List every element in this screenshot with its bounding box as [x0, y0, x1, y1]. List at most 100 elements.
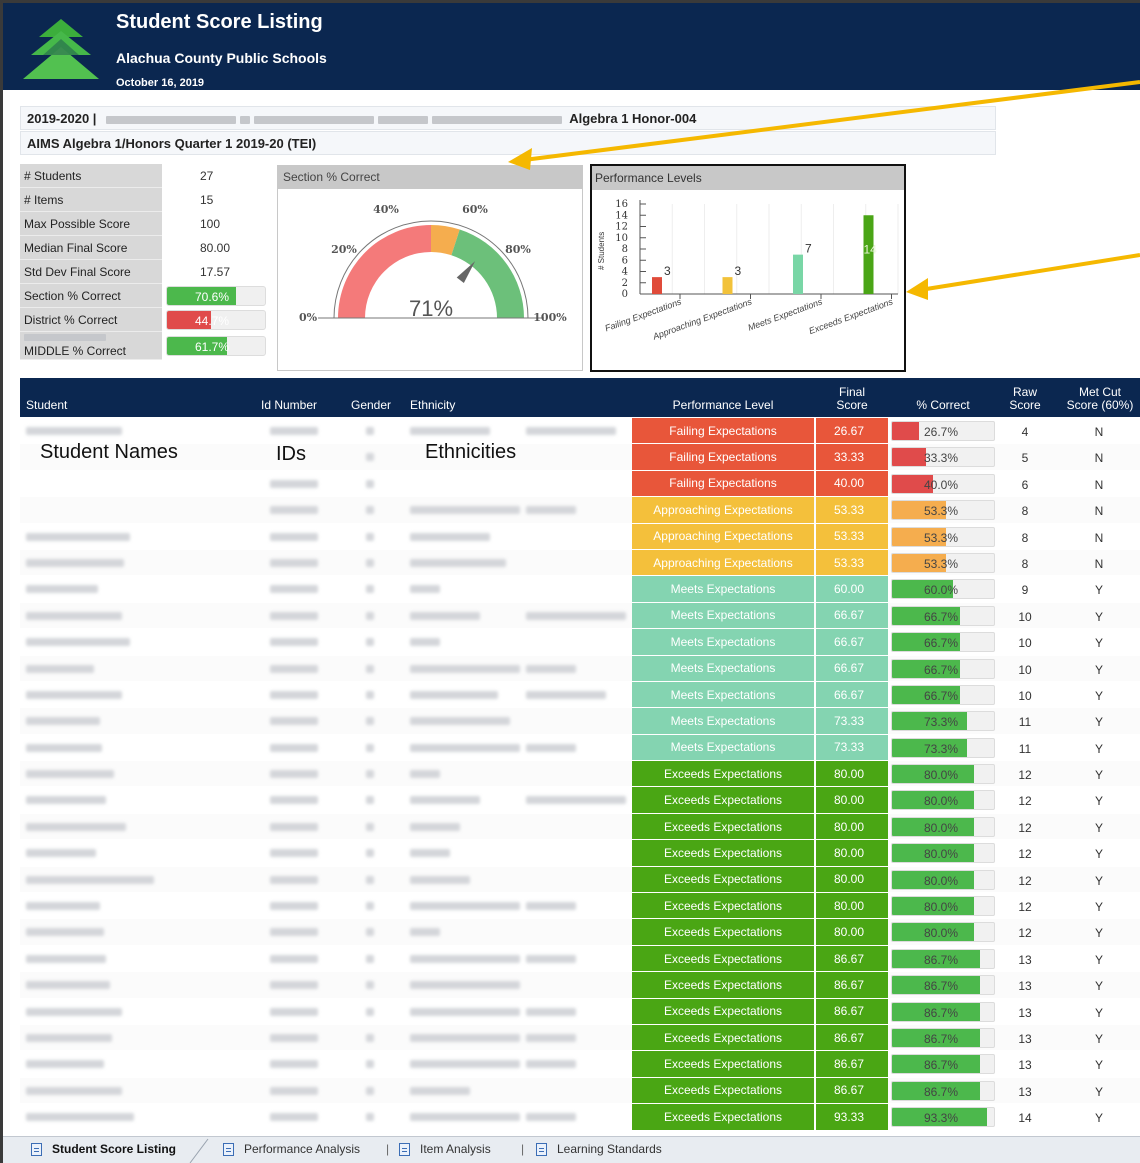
table-row[interactable]: Exceeds Expectations 86.67 86.7% 13 Y: [20, 1051, 1140, 1078]
redacted-id: [270, 717, 318, 726]
table-row[interactable]: Exceeds Expectations 86.67 86.7% 13 Y: [20, 998, 1140, 1025]
redacted-id: [270, 981, 318, 990]
redacted-ethnicity: [410, 1060, 520, 1069]
percent-correct-text: 80.0%: [924, 820, 959, 835]
table-row[interactable]: Approaching Expectations 53.33 53.3% 8 N: [20, 523, 1140, 550]
table-row[interactable]: Meets Expectations 66.67 66.7% 10 Y: [20, 629, 1140, 656]
met-cut-score-cell: Y: [1094, 926, 1103, 941]
col-id-number[interactable]: Id Number: [261, 399, 317, 412]
table-row[interactable]: Exceeds Expectations 80.00 80.0% 12 Y: [20, 813, 1140, 841]
performance-level-cell: Meets Expectations: [632, 734, 814, 761]
table-row[interactable]: Exceeds Expectations 86.67 86.7% 13 Y: [20, 972, 1140, 999]
tab-separator: |: [521, 1142, 525, 1156]
table-row[interactable]: Exceeds Expectations 86.67 86.7% 13 Y: [20, 1077, 1140, 1105]
final-score-cell: 40.00: [816, 470, 888, 497]
percent-correct-bar: 86.7%: [891, 1027, 995, 1048]
table-row[interactable]: Meets Expectations 66.67 66.7% 10 Y: [20, 681, 1140, 709]
redacted-ethnicity: [526, 1007, 576, 1016]
tab-student-score-listing[interactable]: Student Score Listing: [31, 1142, 176, 1156]
raw-score-cell: 12: [1018, 768, 1032, 783]
redacted-id: [270, 875, 318, 884]
table-row[interactable]: Failing Expectations 33.33 33.3% 5 N: [20, 444, 1140, 471]
col-student[interactable]: Student: [26, 399, 67, 412]
overlay-student-names: Student Names: [40, 441, 178, 463]
percent-correct-bar: 60.0%: [891, 579, 995, 600]
table-row[interactable]: Meets Expectations 73.33 73.3% 11 Y: [20, 734, 1140, 762]
chart-y-tick-label: 2: [622, 278, 628, 289]
percent-correct-bar: 66.7%: [891, 605, 995, 626]
final-score-cell: 86.67: [816, 998, 888, 1024]
final-score-cell: 86.67: [816, 1077, 888, 1104]
table-row[interactable]: Meets Expectations 66.67 66.7% 10 Y: [20, 655, 1140, 682]
gauge-tick-label: 0%: [299, 311, 318, 324]
percent-correct-bar: 53.3%: [891, 500, 995, 521]
table-row[interactable]: Failing Expectations 40.00 40.0% 6 N: [20, 470, 1140, 498]
col-ethnicity[interactable]: Ethnicity: [410, 399, 455, 412]
final-score-cell: 53.33: [816, 497, 888, 523]
redacted-student-name: [26, 954, 106, 963]
percent-correct-text: 86.7%: [924, 979, 959, 994]
redacted-ethnicity: [526, 796, 626, 805]
col-gender[interactable]: Gender: [351, 399, 391, 412]
table-row[interactable]: Approaching Expectations 53.33 53.3% 8 N: [20, 497, 1140, 524]
tab-performance-analysis[interactable]: Performance Analysis: [223, 1142, 360, 1156]
table-row[interactable]: Meets Expectations 66.67 66.7% 10 Y: [20, 602, 1140, 630]
raw-score-cell: 5: [1021, 451, 1029, 466]
redacted-ethnicity: [410, 506, 520, 515]
redacted-ethnicity: [410, 585, 440, 594]
redacted-student-name: [26, 796, 106, 805]
stat-value: 80.00: [200, 241, 231, 255]
percent-correct-text: 80.0%: [924, 873, 959, 888]
percent-correct-text: 33.3%: [924, 451, 959, 466]
raw-score-cell: 4: [1021, 425, 1029, 439]
tab-divider-icon: [189, 1138, 209, 1163]
gauge-tick-label: 80%: [505, 243, 531, 256]
table-row[interactable]: Exceeds Expectations 86.67 86.7% 13 Y: [20, 945, 1140, 973]
table-row[interactable]: Failing Expectations 26.67 26.7% 4 N: [20, 418, 1140, 445]
redacted-ethnicity: [526, 954, 576, 963]
met-cut-score-cell: Y: [1094, 715, 1103, 730]
table-row[interactable]: Meets Expectations 73.33 73.3% 11 Y: [20, 708, 1140, 735]
redacted-ethnicity: [526, 664, 576, 673]
overlay-ethnicities: Ethnicities: [425, 441, 517, 463]
col-met-cut-score[interactable]: Met Cut Score (60%): [1060, 386, 1140, 412]
table-row[interactable]: Exceeds Expectations 86.67 86.7% 13 Y: [20, 1024, 1140, 1052]
redacted-gender: [366, 770, 374, 779]
table-row[interactable]: Exceeds Expectations 80.00 80.0% 12 Y: [20, 919, 1140, 946]
met-cut-score-cell: Y: [1094, 768, 1103, 783]
met-cut-score-cell: Y: [1094, 662, 1103, 677]
redacted-ethnicity: [410, 928, 440, 937]
redacted-gender: [366, 796, 374, 805]
table-row[interactable]: Exceeds Expectations 93.33 93.3% 14 Y: [20, 1104, 1140, 1131]
stat-row: Median Final Score 80.00: [20, 236, 272, 260]
school-year: 2019-2020 |: [27, 111, 97, 126]
redacted-gender: [366, 743, 374, 752]
table-row[interactable]: Exceeds Expectations 80.00 80.0% 12 Y: [20, 893, 1140, 920]
table-row[interactable]: Exceeds Expectations 80.00 80.0% 12 Y: [20, 840, 1140, 867]
tab-learning-standards[interactable]: Learning Standards: [536, 1142, 662, 1156]
percent-correct-text: 80.0%: [924, 794, 959, 809]
percent-correct-bar: 80.0%: [891, 869, 995, 890]
col-raw-score[interactable]: Raw Score: [1005, 386, 1045, 412]
table-row[interactable]: Meets Expectations 60.00 60.0% 9 Y: [20, 576, 1140, 603]
table-row[interactable]: Approaching Expectations 53.33 53.3% 8 N: [20, 549, 1140, 577]
table-row[interactable]: Exceeds Expectations 80.00 80.0% 12 Y: [20, 787, 1140, 814]
assessment-name: AIMS Algebra 1/Honors Quarter 1 2019-20 …: [27, 136, 317, 151]
redacted-student-name: [26, 1033, 112, 1042]
percent-correct-bar: 66.7%: [891, 684, 995, 705]
chart-data-label: 3: [735, 264, 742, 278]
redacted-student-name: [26, 664, 94, 673]
gauge-needle: [456, 261, 476, 284]
table-row[interactable]: Exceeds Expectations 80.00 80.0% 12 Y: [20, 761, 1140, 788]
table-row[interactable]: Exceeds Expectations 80.00 80.0% 12 Y: [20, 866, 1140, 894]
col-performance-level[interactable]: Performance Level: [632, 399, 814, 412]
tab-item-analysis[interactable]: Item Analysis: [399, 1142, 491, 1156]
stat-value: 100: [200, 217, 221, 231]
percent-correct-text: 73.3%: [924, 715, 959, 730]
performance-levels-chart: 0246810121416# Students3Failing Expectat…: [597, 199, 899, 342]
chart-title: Performance Levels: [592, 166, 904, 190]
stat-label: District % Correct: [20, 308, 162, 332]
percent-bar-text: 44.7%: [195, 314, 230, 328]
col-final-score[interactable]: Final Score: [816, 386, 888, 412]
col-percent-correct[interactable]: % Correct: [891, 399, 995, 412]
